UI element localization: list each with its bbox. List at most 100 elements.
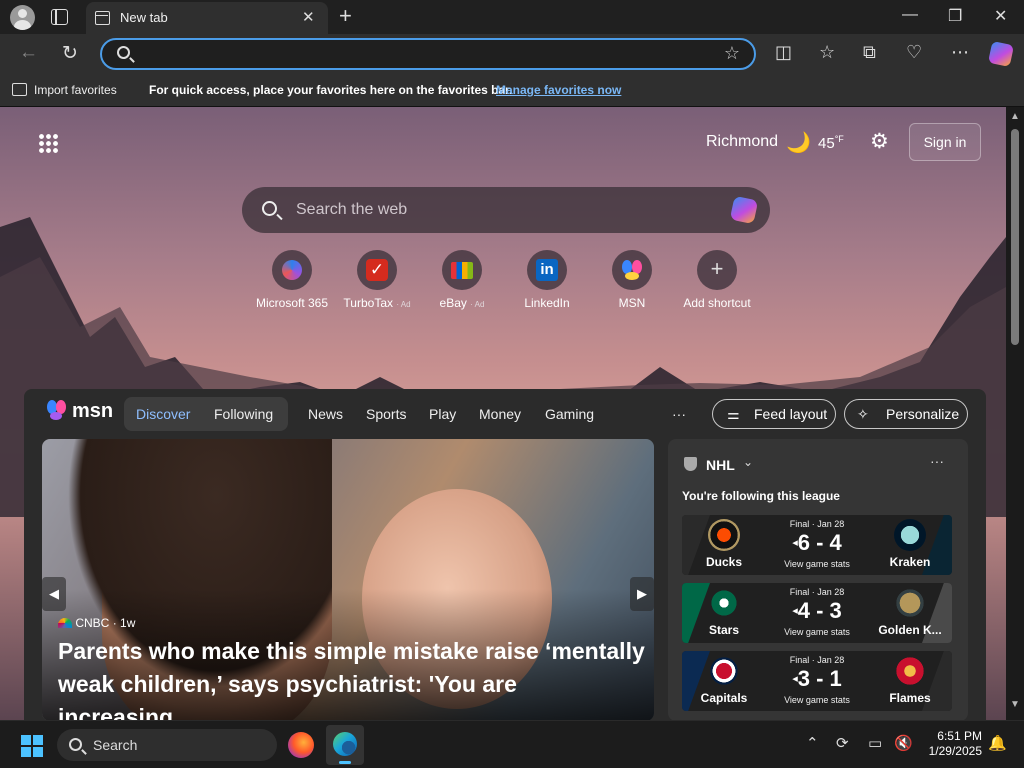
system-clock[interactable]: 6:51 PM 1/29/2025 bbox=[922, 729, 982, 759]
weather-temperature[interactable]: 45°F bbox=[818, 134, 844, 152]
msn-logo-icon bbox=[47, 400, 66, 420]
game-row[interactable]: Final · Jan 28 ◂4 - 3 View game stats St… bbox=[682, 583, 952, 643]
browser-essentials-icon[interactable]: ♡ bbox=[906, 42, 922, 63]
shortcut-turbotax[interactable]: ✓ TurboTax · Ad bbox=[337, 250, 417, 310]
title-bar: New tab ✕ + — ❐ ✕ bbox=[0, 0, 1024, 34]
nav-news[interactable]: News bbox=[308, 406, 343, 422]
settings-more-icon[interactable]: ⋯ bbox=[951, 42, 969, 63]
taskbar-search-box[interactable]: Search bbox=[57, 729, 277, 761]
clock-date: 1/29/2025 bbox=[928, 744, 982, 758]
favorites-bar-message: For quick access, place your favorites h… bbox=[149, 83, 513, 97]
add-favorite-star-icon[interactable]: ☆ bbox=[724, 43, 740, 64]
golden-knights-logo-icon bbox=[894, 587, 926, 619]
shortcut-msn[interactable]: MSN bbox=[592, 250, 672, 310]
add-shortcut-button[interactable]: + Add shortcut bbox=[677, 250, 757, 310]
new-tab-button[interactable]: + bbox=[339, 3, 352, 29]
shortcut-ebay[interactable]: eBay · Ad bbox=[422, 250, 502, 310]
page-settings-gear-icon[interactable]: ⚙ bbox=[870, 129, 889, 154]
article-headline[interactable]: Parents who make this simple mistake rai… bbox=[58, 635, 648, 720]
search-icon bbox=[262, 201, 277, 216]
nav-gaming[interactable]: Gaming bbox=[545, 406, 594, 422]
shortcut-label: eBay bbox=[439, 296, 467, 310]
import-favorites-button[interactable]: Import favorites bbox=[34, 83, 117, 97]
team-name: Golden K... bbox=[878, 623, 942, 637]
weather-location[interactable]: Richmond bbox=[706, 133, 778, 151]
view-game-stats-link[interactable]: View game stats bbox=[766, 627, 868, 637]
team-name: Kraken bbox=[889, 555, 931, 569]
sync-icon[interactable]: ⟳ bbox=[836, 734, 849, 752]
msn-brand[interactable]: msn bbox=[72, 400, 113, 423]
game-score: ◂4 - 3 bbox=[792, 598, 842, 623]
refresh-icon[interactable]: ↻ bbox=[62, 42, 78, 65]
taskbar-search-label: Search bbox=[93, 737, 138, 753]
page-scrollbar[interactable]: ▲ ▼ bbox=[1006, 107, 1024, 720]
edge-icon bbox=[333, 732, 357, 756]
app-launcher-grid-icon[interactable] bbox=[38, 133, 58, 153]
nav-sports[interactable]: Sports bbox=[366, 406, 406, 422]
personalize-label: Personalize bbox=[886, 406, 960, 422]
plus-icon: + bbox=[697, 250, 737, 290]
profile-avatar-icon[interactable] bbox=[10, 5, 35, 30]
team-name: Flames bbox=[889, 691, 931, 705]
ebay-icon bbox=[442, 250, 482, 290]
copilot-icon[interactable] bbox=[729, 195, 759, 225]
scrollbar-thumb[interactable] bbox=[1011, 129, 1019, 345]
shortcut-linkedin[interactable]: in LinkedIn bbox=[507, 250, 587, 310]
sparkle-star-icon: ✧ bbox=[857, 406, 869, 422]
folder-import-icon[interactable] bbox=[12, 83, 27, 96]
view-game-stats-link[interactable]: View game stats bbox=[766, 695, 868, 705]
chevron-up-icon[interactable]: ⌃ bbox=[806, 734, 819, 752]
volume-muted-icon[interactable]: 🔇 bbox=[894, 734, 913, 752]
split-screen-icon[interactable]: ◫ bbox=[775, 42, 792, 63]
close-window-button[interactable]: ✕ bbox=[994, 6, 1007, 26]
view-game-stats-link[interactable]: View game stats bbox=[766, 559, 868, 569]
maximize-button[interactable]: ❐ bbox=[948, 6, 962, 26]
nav-more-button[interactable]: ··· bbox=[672, 406, 686, 422]
tab-new-tab[interactable]: New tab ✕ bbox=[86, 2, 328, 34]
team-name: Capitals bbox=[700, 691, 748, 705]
game-row[interactable]: Final · Jan 28 ◂6 - 4 View game stats Du… bbox=[682, 515, 952, 575]
carousel-prev-arrow-icon[interactable]: ◀ bbox=[42, 577, 66, 611]
kraken-logo-icon bbox=[894, 519, 926, 551]
windows-start-icon[interactable] bbox=[21, 735, 43, 757]
edge-taskbar-button[interactable] bbox=[326, 725, 364, 765]
tab-actions-icon[interactable] bbox=[51, 9, 68, 25]
collections-icon[interactable]: ⧉ bbox=[863, 42, 876, 63]
feed-layout-button[interactable]: ⚌ Feed layout bbox=[712, 399, 836, 429]
favorites-icon[interactable]: ☆ bbox=[819, 42, 835, 63]
linkedin-icon: in bbox=[527, 250, 567, 290]
sign-in-button[interactable]: Sign in bbox=[909, 123, 981, 161]
scroll-down-arrow-icon[interactable]: ▼ bbox=[1010, 699, 1020, 710]
close-tab-icon[interactable]: ✕ bbox=[302, 8, 315, 26]
notification-bell-icon[interactable]: 🔔 bbox=[988, 734, 1007, 752]
team-name: Ducks bbox=[705, 555, 743, 569]
game-row[interactable]: Final · Jan 28 ◂3 - 1 View game stats Ca… bbox=[682, 651, 952, 711]
back-arrow-icon[interactable]: ← bbox=[19, 42, 38, 64]
shortcut-microsoft-365[interactable]: Microsoft 365 bbox=[252, 250, 332, 310]
game-score: ◂6 - 4 bbox=[792, 530, 842, 555]
tab-discover[interactable]: Discover bbox=[136, 406, 190, 422]
league-name[interactable]: NHL bbox=[706, 457, 735, 473]
navigation-toolbar: ← ↻ ☆ ◫ ☆ ⧉ ♡ ⋯ bbox=[0, 34, 1024, 74]
flames-logo-icon bbox=[894, 655, 926, 687]
hero-article-card[interactable]: ◀ ▶ CNBC · 1w Parents who make this simp… bbox=[42, 439, 654, 720]
nav-money[interactable]: Money bbox=[479, 406, 521, 422]
team-name: Stars bbox=[708, 623, 740, 637]
firefox-icon[interactable] bbox=[288, 732, 314, 758]
network-icon[interactable]: ▭ bbox=[868, 734, 882, 752]
copilot-icon[interactable] bbox=[987, 40, 1015, 68]
minimize-button[interactable]: — bbox=[902, 6, 918, 24]
more-options-icon[interactable]: ··· bbox=[930, 453, 944, 469]
article-source[interactable]: CNBC · 1w bbox=[58, 616, 135, 630]
chevron-down-icon[interactable]: ⌄ bbox=[743, 455, 753, 469]
web-search-input[interactable] bbox=[296, 199, 696, 221]
personalize-button[interactable]: ✧ Personalize bbox=[844, 399, 968, 429]
scroll-up-arrow-icon[interactable]: ▲ bbox=[1010, 111, 1020, 122]
carousel-next-arrow-icon[interactable]: ▶ bbox=[630, 577, 654, 611]
nav-play[interactable]: Play bbox=[429, 406, 456, 422]
address-bar[interactable]: ☆ bbox=[100, 38, 756, 70]
game-status: Final · Jan 28 bbox=[789, 587, 845, 597]
web-search-box[interactable] bbox=[242, 187, 770, 233]
tab-following[interactable]: Following bbox=[214, 406, 273, 422]
manage-favorites-link[interactable]: Manage favorites now bbox=[496, 83, 621, 97]
